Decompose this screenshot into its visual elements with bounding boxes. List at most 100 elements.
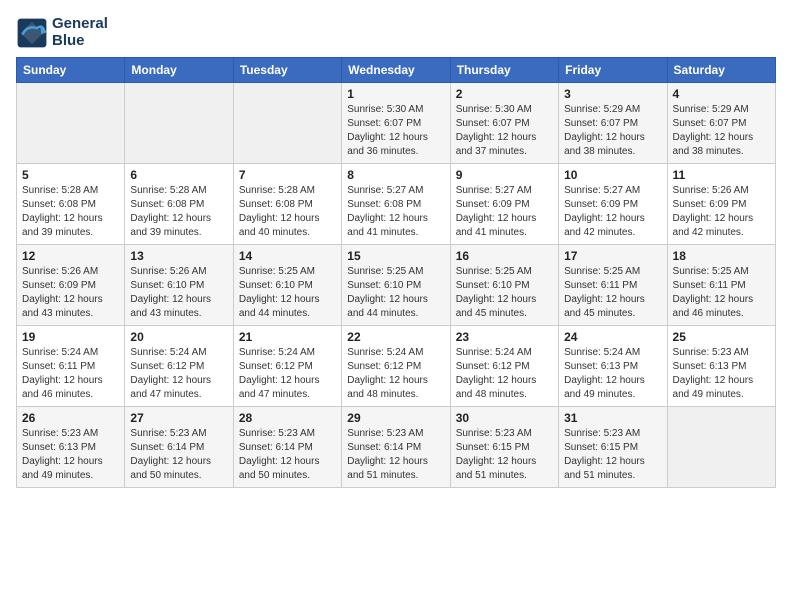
calendar-cell: 28 Sunrise: 5:23 AM Sunset: 6:14 PM Dayli… — [233, 407, 341, 488]
col-header-monday: Monday — [125, 58, 233, 83]
day-number: 15 — [347, 249, 444, 263]
day-number: 29 — [347, 411, 444, 425]
day-info: Sunrise: 5:23 AM Sunset: 6:15 PM Dayligh… — [564, 427, 661, 483]
day-number: 20 — [130, 330, 227, 344]
calendar-cell: 19 Sunrise: 5:24 AM Sunset: 6:11 PM Dayli… — [17, 326, 125, 407]
calendar-cell: 15 Sunrise: 5:25 AM Sunset: 6:10 PM Dayli… — [342, 245, 450, 326]
day-info: Sunrise: 5:23 AM Sunset: 6:13 PM Dayligh… — [22, 427, 119, 483]
day-number: 6 — [130, 168, 227, 182]
day-number: 22 — [347, 330, 444, 344]
day-info: Sunrise: 5:27 AM Sunset: 6:08 PM Dayligh… — [347, 184, 444, 240]
calendar-cell: 17Sunrise: 5:25 AM Sunset: 6:11 PM Dayli… — [559, 245, 667, 326]
calendar-cell: 8 Sunrise: 5:27 AM Sunset: 6:08 PM Daylig… — [342, 164, 450, 245]
day-info: Sunrise: 5:27 AM Sunset: 6:09 PM Dayligh… — [564, 184, 661, 240]
calendar-cell: 26Sunrise: 5:23 AM Sunset: 6:13 PM Dayli… — [17, 407, 125, 488]
page-header: General Blue — [16, 16, 776, 49]
day-info: Sunrise: 5:27 AM Sunset: 6:09 PM Dayligh… — [456, 184, 553, 240]
day-number: 5 — [22, 168, 119, 182]
day-number: 17 — [564, 249, 661, 263]
col-header-saturday: Saturday — [667, 58, 775, 83]
calendar-cell: 18 Sunrise: 5:25 AM Sunset: 6:11 PM Dayli… — [667, 245, 775, 326]
day-info: Sunrise: 5:29 AM Sunset: 6:07 PM Dayligh… — [673, 103, 770, 159]
logo-icon — [16, 17, 48, 49]
calendar-cell: 14 Sunrise: 5:25 AM Sunset: 6:10 PM Dayli… — [233, 245, 341, 326]
day-number: 21 — [239, 330, 336, 344]
day-info: Sunrise: 5:23 AM Sunset: 6:15 PM Dayligh… — [456, 427, 553, 483]
calendar-cell: 7 Sunrise: 5:28 AM Sunset: 6:08 PM Daylig… — [233, 164, 341, 245]
day-info: Sunrise: 5:24 AM Sunset: 6:13 PM Dayligh… — [564, 346, 661, 402]
day-info: Sunrise: 5:30 AM Sunset: 6:07 PM Dayligh… — [456, 103, 553, 159]
logo-text: General Blue — [52, 16, 108, 49]
day-info: Sunrise: 5:25 AM Sunset: 6:11 PM Dayligh… — [673, 265, 770, 321]
calendar-cell: 27 Sunrise: 5:23 AM Sunset: 6:14 PM Dayli… — [125, 407, 233, 488]
logo: General Blue — [16, 16, 108, 49]
calendar-cell: 2Sunrise: 5:30 AM Sunset: 6:07 PM Daylig… — [450, 83, 558, 164]
calendar-cell: 29 Sunrise: 5:23 AM Sunset: 6:14 PM Dayli… — [342, 407, 450, 488]
day-info: Sunrise: 5:28 AM Sunset: 6:08 PM Dayligh… — [130, 184, 227, 240]
day-number: 11 — [673, 168, 770, 182]
day-info: Sunrise: 5:23 AM Sunset: 6:13 PM Dayligh… — [673, 346, 770, 402]
day-number: 4 — [673, 87, 770, 101]
day-number: 18 — [673, 249, 770, 263]
calendar-cell: 3 Sunrise: 5:29 AM Sunset: 6:07 PM Daylig… — [559, 83, 667, 164]
day-info: Sunrise: 5:29 AM Sunset: 6:07 PM Dayligh… — [564, 103, 661, 159]
day-number: 3 — [564, 87, 661, 101]
day-number: 31 — [564, 411, 661, 425]
calendar-cell: 12Sunrise: 5:26 AM Sunset: 6:09 PM Dayli… — [17, 245, 125, 326]
day-number: 9 — [456, 168, 553, 182]
calendar-cell: 16 Sunrise: 5:25 AM Sunset: 6:10 PM Dayli… — [450, 245, 558, 326]
day-number: 24 — [564, 330, 661, 344]
day-info: Sunrise: 5:24 AM Sunset: 6:11 PM Dayligh… — [22, 346, 119, 402]
day-number: 10 — [564, 168, 661, 182]
col-header-friday: Friday — [559, 58, 667, 83]
calendar-table: SundayMondayTuesdayWednesdayThursdayFrid… — [16, 57, 776, 488]
day-info: Sunrise: 5:23 AM Sunset: 6:14 PM Dayligh… — [239, 427, 336, 483]
day-number: 7 — [239, 168, 336, 182]
calendar-cell: 20 Sunrise: 5:24 AM Sunset: 6:12 PM Dayli… — [125, 326, 233, 407]
day-number: 14 — [239, 249, 336, 263]
day-number: 25 — [673, 330, 770, 344]
calendar-cell — [125, 83, 233, 164]
day-info: Sunrise: 5:28 AM Sunset: 6:08 PM Dayligh… — [239, 184, 336, 240]
calendar-cell: 6 Sunrise: 5:28 AM Sunset: 6:08 PM Daylig… — [125, 164, 233, 245]
day-number: 27 — [130, 411, 227, 425]
col-header-thursday: Thursday — [450, 58, 558, 83]
col-header-tuesday: Tuesday — [233, 58, 341, 83]
col-header-wednesday: Wednesday — [342, 58, 450, 83]
calendar-cell: 1 Sunrise: 5:30 AM Sunset: 6:07 PM Daylig… — [342, 83, 450, 164]
day-info: Sunrise: 5:23 AM Sunset: 6:14 PM Dayligh… — [130, 427, 227, 483]
day-info: Sunrise: 5:26 AM Sunset: 6:09 PM Dayligh… — [673, 184, 770, 240]
calendar-cell — [667, 407, 775, 488]
day-info: Sunrise: 5:28 AM Sunset: 6:08 PM Dayligh… — [22, 184, 119, 240]
calendar-cell: 21 Sunrise: 5:24 AM Sunset: 6:12 PM Dayli… — [233, 326, 341, 407]
day-info: Sunrise: 5:24 AM Sunset: 6:12 PM Dayligh… — [456, 346, 553, 402]
day-number: 16 — [456, 249, 553, 263]
day-info: Sunrise: 5:23 AM Sunset: 6:14 PM Dayligh… — [347, 427, 444, 483]
day-info: Sunrise: 5:26 AM Sunset: 6:10 PM Dayligh… — [130, 265, 227, 321]
day-info: Sunrise: 5:30 AM Sunset: 6:07 PM Dayligh… — [347, 103, 444, 159]
day-number: 28 — [239, 411, 336, 425]
day-number: 19 — [22, 330, 119, 344]
calendar-cell: 11 Sunrise: 5:26 AM Sunset: 6:09 PM Dayli… — [667, 164, 775, 245]
calendar-cell: 9 Sunrise: 5:27 AM Sunset: 6:09 PM Daylig… — [450, 164, 558, 245]
calendar-cell: 24 Sunrise: 5:24 AM Sunset: 6:13 PM Dayli… — [559, 326, 667, 407]
calendar-cell: 23 Sunrise: 5:24 AM Sunset: 6:12 PM Dayli… — [450, 326, 558, 407]
day-number: 1 — [347, 87, 444, 101]
day-info: Sunrise: 5:25 AM Sunset: 6:10 PM Dayligh… — [347, 265, 444, 321]
calendar-cell — [233, 83, 341, 164]
calendar-cell: 30Sunrise: 5:23 AM Sunset: 6:15 PM Dayli… — [450, 407, 558, 488]
day-info: Sunrise: 5:25 AM Sunset: 6:10 PM Dayligh… — [456, 265, 553, 321]
calendar-cell: 4 Sunrise: 5:29 AM Sunset: 6:07 PM Daylig… — [667, 83, 775, 164]
day-number: 23 — [456, 330, 553, 344]
day-info: Sunrise: 5:24 AM Sunset: 6:12 PM Dayligh… — [130, 346, 227, 402]
calendar-cell — [17, 83, 125, 164]
col-header-sunday: Sunday — [17, 58, 125, 83]
day-info: Sunrise: 5:24 AM Sunset: 6:12 PM Dayligh… — [239, 346, 336, 402]
day-number: 12 — [22, 249, 119, 263]
day-info: Sunrise: 5:24 AM Sunset: 6:12 PM Dayligh… — [347, 346, 444, 402]
calendar-cell: 13Sunrise: 5:26 AM Sunset: 6:10 PM Dayli… — [125, 245, 233, 326]
day-info: Sunrise: 5:25 AM Sunset: 6:10 PM Dayligh… — [239, 265, 336, 321]
calendar-cell: 22 Sunrise: 5:24 AM Sunset: 6:12 PM Dayli… — [342, 326, 450, 407]
calendar-cell: 5 Sunrise: 5:28 AM Sunset: 6:08 PM Daylig… — [17, 164, 125, 245]
day-number: 8 — [347, 168, 444, 182]
